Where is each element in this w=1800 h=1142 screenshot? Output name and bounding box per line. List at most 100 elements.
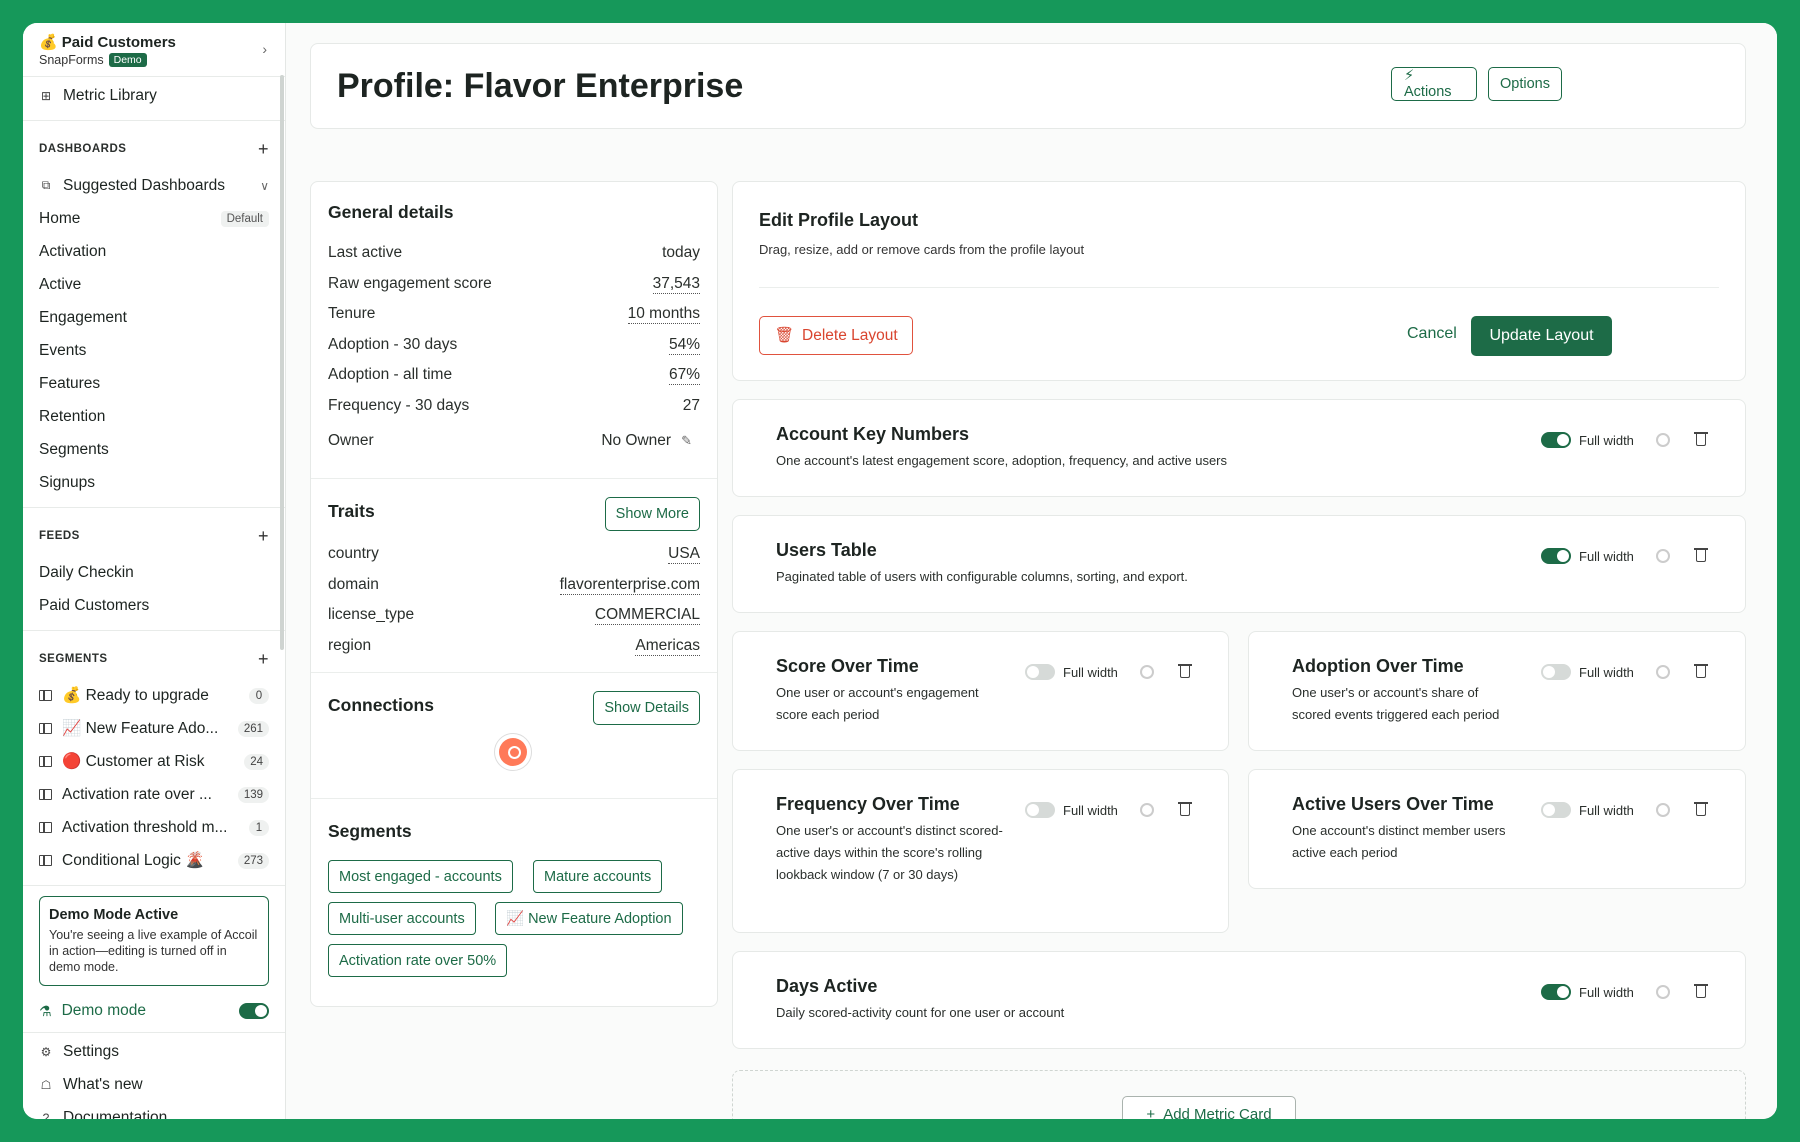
- sidebar-item-features[interactable]: Features: [23, 367, 285, 400]
- full-width-toggle[interactable]: [1541, 548, 1571, 564]
- full-width-label: Full width: [1579, 664, 1634, 680]
- detail-value: today: [662, 244, 700, 261]
- gear-icon[interactable]: [1139, 665, 1154, 679]
- sidebar-scrollbar[interactable]: [280, 75, 284, 650]
- trash-icon[interactable]: [1693, 548, 1708, 562]
- segment-chip[interactable]: 📈 New Feature Adoption: [495, 902, 683, 935]
- sidebar-item-daily-checkin[interactable]: Daily Checkin: [23, 556, 285, 589]
- segment-count: 24: [244, 753, 269, 770]
- demo-badge: Demo: [108, 53, 147, 67]
- sidebar-item-retention[interactable]: Retention: [23, 400, 285, 433]
- org-switcher[interactable]: 💰 Paid Customers SnapForms Demo ›: [23, 23, 285, 77]
- owner-value: No Owner: [601, 432, 672, 449]
- metric-card-users-table[interactable]: Users Table Paginated table of users wit…: [732, 515, 1746, 613]
- full-width-toggle[interactable]: [1025, 664, 1055, 680]
- dashboard-icon: ⧉: [41, 178, 51, 192]
- workspace-name: SnapForms: [39, 53, 104, 67]
- default-badge: Default: [220, 210, 269, 227]
- detail-label: Adoption - 30 days: [328, 336, 458, 353]
- metric-card-score-over-time[interactable]: Score Over Time One user or account's en…: [732, 631, 1229, 751]
- metric-card-frequency-over-time[interactable]: Frequency Over Time One user's or accoun…: [732, 769, 1229, 933]
- full-width-toggle[interactable]: [1541, 984, 1571, 1000]
- metric-card-adoption-over-time[interactable]: Adoption Over Time One user's or account…: [1248, 631, 1746, 751]
- sidebar-item-signups[interactable]: Signups: [23, 466, 285, 499]
- sidebar-item-engagement[interactable]: Engagement: [23, 301, 285, 334]
- gear-icon[interactable]: [1655, 665, 1670, 679]
- gear-icon[interactable]: [1139, 803, 1154, 817]
- sidebar-segment-item[interactable]: Activation rate over ... 139: [23, 778, 285, 811]
- trash-icon[interactable]: [1693, 664, 1708, 678]
- page-header: Profile: Flavor Enterprise ⚡ Actions Opt…: [310, 43, 1746, 129]
- hubspot-connection-icon[interactable]: [494, 733, 532, 771]
- full-width-label: Full width: [1063, 664, 1118, 680]
- full-width-toggle[interactable]: [1541, 802, 1571, 818]
- segments-section: Segments Most engaged - accounts Mature …: [311, 799, 717, 1007]
- add-dashboard-icon[interactable]: +: [258, 139, 269, 160]
- segment-count: 273: [237, 852, 269, 869]
- pencil-icon[interactable]: ✎: [681, 433, 692, 448]
- segment-chip[interactable]: Mature accounts: [533, 860, 663, 893]
- owner-value-wrap[interactable]: No Owner ✎: [601, 432, 700, 450]
- delete-layout-button[interactable]: 🗑 Delete Layout: [759, 316, 913, 355]
- sidebar-item-documentation[interactable]: ? Documentation: [23, 1101, 285, 1120]
- trash-icon[interactable]: [1693, 984, 1708, 998]
- actions-button[interactable]: ⚡ Actions: [1391, 67, 1477, 101]
- sidebar-item-activation[interactable]: Activation: [23, 235, 285, 268]
- sidebar-item-settings[interactable]: ⚙ Settings: [23, 1035, 285, 1068]
- section-title: FEEDS: [39, 530, 80, 542]
- trash-icon[interactable]: [1693, 802, 1708, 816]
- segment-chip[interactable]: Multi-user accounts: [328, 902, 476, 935]
- sidebar-item-label: 🔴 Customer at Risk: [62, 753, 205, 770]
- section-title: Connections: [328, 695, 434, 715]
- sidebar-item-metric-library[interactable]: ⊞ Metric Library: [23, 79, 285, 112]
- add-feed-icon[interactable]: +: [258, 526, 269, 547]
- gear-icon[interactable]: [1655, 985, 1670, 999]
- metric-card-title: Adoption Over Time: [1292, 656, 1464, 676]
- edit-layout-title: Edit Profile Layout: [759, 210, 919, 230]
- owner-row: Owner No Owner ✎: [328, 432, 700, 450]
- full-width-toggle[interactable]: [1541, 432, 1571, 448]
- sidebar-item-events[interactable]: Events: [23, 334, 285, 367]
- sidebar-segment-item[interactable]: Activation threshold m... 1: [23, 811, 285, 844]
- trash-icon[interactable]: [1177, 802, 1192, 816]
- sidebar-segment-item[interactable]: 📈 New Feature Ado... 261: [23, 712, 285, 745]
- metric-card-account-key-numbers[interactable]: Account Key Numbers One account's latest…: [732, 399, 1746, 497]
- add-segment-icon[interactable]: +: [258, 649, 269, 670]
- trait-value: flavorenterprise.com: [559, 576, 700, 595]
- trash-icon[interactable]: [1177, 664, 1192, 678]
- gear-icon[interactable]: [1655, 549, 1670, 563]
- metric-card-days-active[interactable]: Days Active Daily scored-activity count …: [732, 951, 1746, 1049]
- gear-icon[interactable]: [1655, 803, 1670, 817]
- sidebar-item-active[interactable]: Active: [23, 268, 285, 301]
- sidebar-item-home[interactable]: Home Default: [23, 202, 285, 235]
- full-width-toggle[interactable]: [1025, 802, 1055, 818]
- sidebar-item-suggested-dashboards[interactable]: ⧉ Suggested Dashboards ∨: [23, 169, 285, 202]
- sidebar-segment-item[interactable]: Conditional Logic 🌋 273: [23, 844, 285, 877]
- sidebar-item-segments[interactable]: Segments: [23, 433, 285, 466]
- segment-chip[interactable]: Most engaged - accounts: [328, 860, 513, 893]
- sidebar-item-label: Engagement: [39, 308, 127, 326]
- show-details-button[interactable]: Show Details: [593, 691, 700, 725]
- sidebar-segment-item[interactable]: 💰 Ready to upgrade 0: [23, 679, 285, 712]
- sidebar-item-label: 💰 Ready to upgrade: [62, 687, 209, 704]
- demo-mode-toggle[interactable]: [239, 1003, 269, 1019]
- trash-icon[interactable]: [1693, 432, 1708, 446]
- full-width-toggle[interactable]: [1541, 664, 1571, 680]
- gear-icon[interactable]: [1655, 433, 1670, 447]
- metric-card-active-users-over-time[interactable]: Active Users Over Time One account's dis…: [1248, 769, 1746, 889]
- sidebar-segment-item[interactable]: 🔴 Customer at Risk 24: [23, 745, 285, 778]
- demo-mode-label: Demo mode: [61, 1002, 146, 1019]
- sidebar-item-label: Metric Library: [63, 86, 157, 104]
- sidebar-item-whats-new[interactable]: ☖ What's new: [23, 1068, 285, 1101]
- sidebar-item-paid-customers[interactable]: Paid Customers: [23, 589, 285, 622]
- options-button[interactable]: Options: [1488, 67, 1562, 101]
- metric-card-title: Frequency Over Time: [776, 794, 960, 814]
- update-layout-button[interactable]: Update Layout: [1471, 316, 1612, 356]
- cancel-button[interactable]: Cancel: [1407, 325, 1457, 343]
- segment-chip[interactable]: Activation rate over 50%: [328, 944, 508, 977]
- main-content: Profile: Flavor Enterprise ⚡ Actions Opt…: [286, 23, 1777, 1119]
- show-more-button[interactable]: Show More: [604, 497, 700, 531]
- metric-card-controls: Full width: [1025, 664, 1192, 680]
- sidebar-item-label: Active: [39, 275, 82, 293]
- add-metric-card-button[interactable]: + Add Metric Card: [1122, 1096, 1296, 1119]
